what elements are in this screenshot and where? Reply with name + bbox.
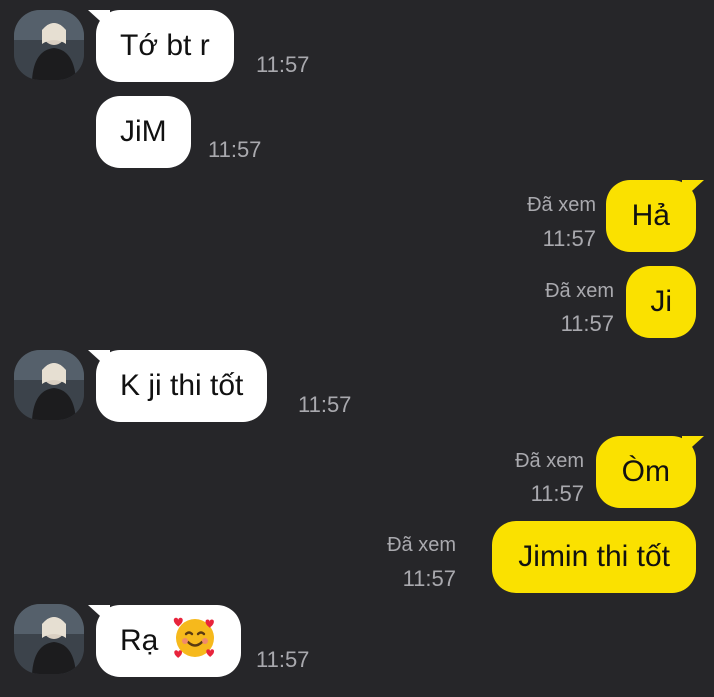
message-text: Tớ bt r xyxy=(120,29,210,62)
incoming-message-bubble[interactable]: Tớ bt r xyxy=(88,10,234,82)
message-time: 11:57 xyxy=(298,392,352,417)
read-status: Đã xem xyxy=(387,534,456,556)
message-text: JiM xyxy=(120,115,167,148)
bubble-tail xyxy=(88,350,110,370)
message-text: Ji xyxy=(650,285,672,318)
message-text: Òm xyxy=(621,455,670,488)
outgoing-message-bubble[interactable]: Ji xyxy=(626,266,696,338)
bubble-tail xyxy=(88,605,110,625)
bubble-tail xyxy=(682,436,704,456)
read-status: Đã xem xyxy=(527,194,596,216)
message-time: 11:57 xyxy=(256,647,310,672)
message-time: 11:57 xyxy=(542,226,596,251)
smiling-face-with-hearts-emoji xyxy=(173,617,214,659)
outgoing-message-bubble[interactable]: Hả xyxy=(605,180,704,252)
message-text: Jimin thi tốt xyxy=(518,540,670,573)
bubble-tail xyxy=(682,180,704,200)
contact-avatar[interactable] xyxy=(14,604,84,674)
message-text: Rạ xyxy=(120,624,159,657)
message-time: 11:57 xyxy=(560,311,614,336)
message-time: 11:57 xyxy=(402,566,456,591)
message-text: Hả xyxy=(631,199,670,232)
incoming-message-bubble[interactable]: K ji thi tốt xyxy=(88,350,268,422)
outgoing-message-bubble[interactable]: Òm xyxy=(595,436,704,508)
message-time: 11:57 xyxy=(256,52,310,77)
message-text: K ji thi tốt xyxy=(120,369,244,402)
incoming-message-bubble[interactable]: JiM xyxy=(96,96,191,168)
read-status: Đã xem xyxy=(515,450,584,472)
incoming-message-bubble[interactable]: Rạ xyxy=(88,605,241,677)
contact-avatar[interactable] xyxy=(14,10,84,80)
contact-avatar[interactable] xyxy=(14,350,84,420)
message-time: 11:57 xyxy=(530,481,584,506)
read-status: Đã xem xyxy=(545,280,614,302)
message-time: 11:57 xyxy=(208,137,262,162)
bubble-tail xyxy=(88,10,110,30)
outgoing-message-bubble[interactable]: Jimin thi tốt xyxy=(492,521,696,593)
